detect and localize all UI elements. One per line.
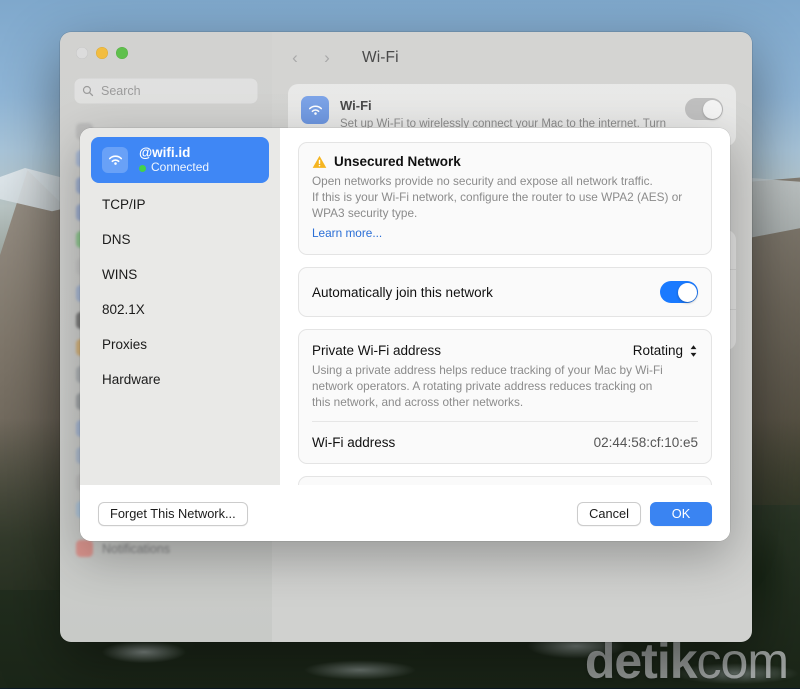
- close-button[interactable]: [76, 47, 88, 59]
- sheet-main-content: Unsecured Network Open networks provide …: [280, 128, 730, 485]
- sidebar-item-label: TCP/IP: [102, 196, 146, 212]
- warning-heading: Unsecured Network: [312, 154, 698, 169]
- sidebar-item-8021x[interactable]: 802.1X: [91, 295, 269, 323]
- unsecured-network-card: Unsecured Network Open networks provide …: [298, 142, 712, 255]
- status-dot-icon: [139, 164, 146, 172]
- chevron-right-icon[interactable]: ›: [316, 48, 338, 68]
- private-address-card: Private Wi-Fi address Rotating Using a p…: [298, 329, 712, 464]
- sheet-footer: Forget This Network... Cancel OK: [80, 485, 730, 541]
- low-data-mode-row: Low data mode: [299, 477, 711, 486]
- sheet-body: @wifi.id Connected TCP/IP DNS WINS 802.1…: [80, 128, 730, 485]
- forget-this-network-button[interactable]: Forget This Network...: [98, 501, 248, 526]
- wifi-address-row: Wi-Fi address 02:44:58:cf:10:e5: [299, 422, 711, 463]
- warning-line-2: If this is your Wi-Fi network, configure…: [312, 190, 683, 220]
- search-icon: [82, 85, 94, 97]
- sheet-sidebar: @wifi.id Connected TCP/IP DNS WINS 802.1…: [80, 128, 280, 485]
- sidebar-item-tcpip[interactable]: TCP/IP: [91, 190, 269, 218]
- private-address-label: Private Wi-Fi address: [312, 343, 442, 358]
- sidebar-item-dns[interactable]: DNS: [91, 225, 269, 253]
- sidebar-item-label: WINS: [102, 266, 138, 282]
- wifi-icon: [102, 147, 128, 173]
- warning-triangle-icon: [312, 155, 327, 169]
- sidebar-item-wins[interactable]: WINS: [91, 260, 269, 288]
- wifi-power-toggle[interactable]: [685, 98, 723, 120]
- auto-join-toggle[interactable]: [660, 281, 698, 303]
- sidebar-item-network-selected[interactable]: @wifi.id Connected: [91, 137, 269, 183]
- network-status-label: Connected: [151, 160, 210, 175]
- traffic-light-buttons: [60, 32, 272, 59]
- cancel-button[interactable]: Cancel: [577, 501, 641, 526]
- window-toolbar: ‹ › Wi-Fi: [272, 32, 752, 84]
- zoom-button[interactable]: [116, 47, 128, 59]
- auto-join-card: Automatically join this network: [298, 267, 712, 317]
- wifi-address-value: 02:44:58:cf:10:e5: [593, 434, 698, 450]
- sidebar-item-proxies[interactable]: Proxies: [91, 330, 269, 358]
- auto-join-row: Automatically join this network: [299, 268, 711, 316]
- warning-line-1: Open networks provide no security and ex…: [312, 174, 653, 188]
- sidebar-item-label: Notifications: [102, 541, 171, 556]
- network-details-sheet: @wifi.id Connected TCP/IP DNS WINS 802.1…: [80, 128, 730, 541]
- minimize-button[interactable]: [96, 47, 108, 59]
- ok-button[interactable]: OK: [650, 501, 712, 526]
- sidebar-item-label: DNS: [102, 231, 131, 247]
- private-address-row: Private Wi-Fi address Rotating: [299, 330, 711, 362]
- private-address-description: Using a private address helps reduce tra…: [312, 363, 663, 409]
- notifications-icon: [76, 540, 93, 557]
- page-title: Wi-Fi: [362, 49, 399, 66]
- sidebar-item-hardware[interactable]: Hardware: [91, 365, 269, 393]
- search-placeholder: Search: [101, 84, 141, 98]
- search-input[interactable]: Search: [74, 78, 258, 104]
- wifi-icon: [301, 96, 329, 124]
- sidebar-item-label: 802.1X: [102, 301, 145, 317]
- low-data-mode-card: Low data mode Low data mode helps reduce…: [298, 475, 712, 486]
- sidebar-item-label: Proxies: [102, 336, 148, 352]
- warning-learn-more-link[interactable]: Learn more...: [312, 226, 382, 240]
- wifi-address-label: Wi-Fi address: [312, 434, 396, 450]
- auto-join-label: Automatically join this network: [312, 284, 493, 300]
- network-name: @wifi.id: [139, 144, 191, 160]
- sidebar-item-label: Hardware: [102, 371, 161, 387]
- chevron-left-icon[interactable]: ‹: [284, 48, 306, 68]
- detikcom-watermark: detikcom: [585, 636, 789, 686]
- private-address-popup[interactable]: Rotating: [633, 343, 698, 358]
- warning-title: Unsecured Network: [334, 154, 461, 169]
- network-status: Connected: [139, 161, 209, 175]
- private-address-value: Rotating: [632, 343, 683, 358]
- chevron-up-down-icon: [689, 344, 698, 358]
- toggle-knob: [677, 282, 697, 302]
- banner-title: Wi-Fi: [340, 98, 372, 113]
